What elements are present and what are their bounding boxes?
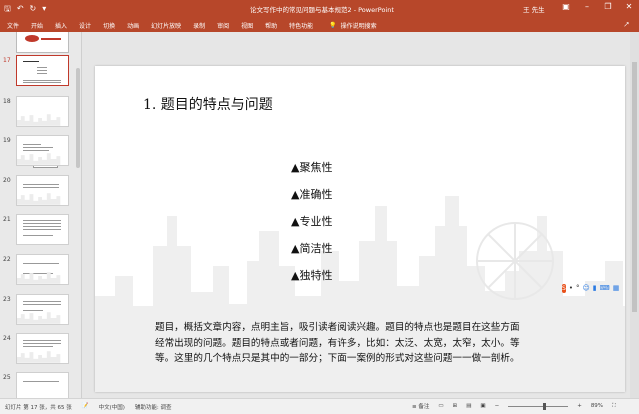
thumbnail-22[interactable]: 22	[0, 254, 81, 288]
zoom-slider-knob[interactable]	[543, 402, 547, 410]
tab-record[interactable]: 录制	[193, 21, 205, 30]
bullet-item: ▲专业性	[291, 215, 333, 228]
tell-me-label: 操作说明搜索	[340, 23, 377, 30]
zoom-level[interactable]: 89%	[591, 403, 603, 409]
fit-to-window-icon[interactable]: ⛶	[612, 403, 616, 410]
comma-icon[interactable]: °	[576, 284, 580, 292]
bullet-item: ▲简洁性	[291, 242, 333, 255]
save-icon[interactable]: 🖫	[4, 3, 11, 14]
accessibility-status[interactable]: 辅助功能: 调查	[135, 403, 172, 411]
lightbulb-icon: 💡	[329, 22, 337, 29]
powerpoint-window: 🖫 ↶ ↻ ▾ 论文写作中的常见问题与基本规范2 - PowerPoint 王 …	[0, 0, 639, 414]
tell-me-search[interactable]: 💡 操作说明搜索	[329, 21, 377, 30]
vertical-scrollbar[interactable]	[630, 32, 639, 398]
slide-title[interactable]: 1. 题目的特点与问题	[143, 94, 273, 114]
emoji-icon[interactable]: ☺	[582, 284, 589, 292]
share-icon[interactable]: ⭧	[624, 20, 629, 30]
thumbnail-19[interactable]: 19	[0, 135, 81, 169]
slide-thumbnail-pane[interactable]: 17 18 [无标题] 19	[0, 32, 82, 398]
punctuation-icon[interactable]: •	[569, 284, 573, 292]
restore-icon[interactable]: ❐	[602, 2, 614, 11]
thumbnail-number: 24	[3, 335, 11, 342]
tab-home[interactable]: 开始	[31, 21, 43, 30]
slide-counter: 幻灯片 第 17 张，共 65 张	[5, 405, 72, 411]
zoom-in-icon[interactable]: +	[577, 403, 582, 409]
thumbnail-number: 25	[3, 374, 11, 381]
body-paragraph[interactable]: 题目，概括文章内容，点明主旨，吸引读者阅读兴趣。题目的特点也是题目在这些方面 经…	[155, 320, 580, 367]
normal-view-icon[interactable]: ▭	[438, 403, 443, 409]
thumbnail-number: 19	[3, 137, 11, 144]
redo-icon[interactable]: ↻	[30, 3, 37, 14]
tab-insert[interactable]: 插入	[55, 21, 67, 30]
ribbon-display-options-icon[interactable]: ▣	[560, 2, 572, 11]
thumbnail-18[interactable]: 18	[0, 96, 81, 130]
microphone-icon[interactable]: ▮	[593, 284, 597, 292]
thumbnail-25[interactable]: 25	[0, 372, 81, 398]
current-slide[interactable]: 1. 题目的特点与问题 ▲聚焦性 ▲准确性 ▲专业性 ▲简洁性 ▲独特性 题目，…	[95, 66, 625, 392]
thumbnail-number: 20	[3, 177, 11, 184]
sogou-logo-icon[interactable]: S	[562, 283, 566, 293]
close-icon[interactable]: ✕	[623, 2, 635, 11]
scrollbar-thumb[interactable]	[632, 62, 637, 312]
ime-toolbar[interactable]: S • ° ☺ ▮ ⌨ ▦	[562, 282, 620, 294]
zoom-slider[interactable]	[508, 402, 569, 410]
thumbnail-number: 17	[3, 57, 11, 64]
window-controls: ▣ – ❐ ✕	[560, 2, 635, 11]
notes-button[interactable]: ≡ 备注	[412, 402, 429, 410]
body-line: 题目，概括文章内容，点明主旨，吸引读者阅读兴趣。题目的特点也是题目在这些方面	[155, 322, 520, 333]
thumbnail-number: 21	[3, 216, 11, 223]
thumbnail-number: 23	[3, 296, 11, 303]
notes-label: 备注	[418, 404, 430, 410]
thumbnail-scrollbar[interactable]	[76, 68, 80, 168]
tab-help[interactable]: 帮助	[265, 21, 277, 30]
language-indicator[interactable]: 中文(中国)	[99, 403, 125, 411]
thumbnail-number: 18	[3, 98, 11, 105]
status-bar: 幻灯片 第 17 张，共 65 张 📝 中文(中国) 辅助功能: 调查 ≡ 备注…	[0, 398, 639, 414]
zoom-out-icon[interactable]: −	[495, 403, 500, 409]
title-bar: 🖫 ↶ ↻ ▾ 论文写作中的常见问题与基本规范2 - PowerPoint 王 …	[0, 0, 639, 18]
minimize-icon[interactable]: –	[581, 2, 593, 11]
tab-file[interactable]: 文件	[7, 21, 19, 30]
user-name[interactable]: 王 先生	[523, 4, 545, 14]
undo-icon[interactable]: ↶	[17, 3, 24, 14]
body-line: 经常出现的问题。题目的特点或者问题，有许多，比如：太泛、太宽，太窄，太小。等	[155, 337, 520, 349]
bullet-item: ▲准确性	[291, 188, 333, 201]
quick-access-toolbar: 🖫 ↶ ↻ ▾	[4, 3, 46, 14]
slideshow-icon[interactable]: ▣	[480, 403, 485, 409]
skin-icon[interactable]: ▦	[613, 284, 620, 292]
keyboard-icon[interactable]: ⌨	[600, 284, 610, 292]
bullet-item: ▲聚焦性	[291, 161, 333, 174]
tab-animations[interactable]: 动画	[127, 21, 139, 30]
spellcheck-icon[interactable]: 📝	[82, 403, 89, 411]
thumbnail-21[interactable]: 21	[0, 214, 81, 248]
bullet-list[interactable]: ▲聚焦性 ▲准确性 ▲专业性 ▲简洁性 ▲独特性	[291, 159, 332, 294]
thumbnail-24[interactable]: 24	[0, 333, 81, 367]
bullet-item: ▲独特性	[291, 269, 333, 282]
thumbnail-20[interactable]: 20	[0, 175, 81, 209]
customize-qat-icon[interactable]: ▾	[42, 3, 46, 14]
thumbnail-number: 22	[3, 256, 11, 263]
thumbnail-17[interactable]: 17	[0, 55, 81, 89]
thumbnail-partial[interactable]	[0, 32, 81, 56]
thumbnail-23[interactable]: 23	[0, 294, 81, 328]
ribbon-tab-bar: 文件 开始 插入 设计 切换 动画 幻灯片放映 录制 审阅 视图 帮助 特色功能…	[0, 18, 639, 32]
tab-view[interactable]: 视图	[241, 21, 253, 30]
reading-view-icon[interactable]: ▤	[466, 403, 471, 409]
body-line: 等。这里的几个特点只是其中的一部分；下面一案例的形式对这些问题一一做一剖析。	[155, 353, 520, 364]
notes-icon: ≡	[412, 404, 417, 410]
tab-design[interactable]: 设计	[79, 21, 91, 30]
window-title: 论文写作中的常见问题与基本规范2 - PowerPoint	[250, 6, 394, 14]
tab-special-features[interactable]: 特色功能	[289, 21, 313, 30]
ribbon-tabs: 文件 开始 插入 设计 切换 动画 幻灯片放映 录制 审阅 视图 帮助 特色功能…	[7, 21, 377, 30]
tab-review[interactable]: 审阅	[217, 21, 229, 30]
city-skyline-image	[17, 114, 61, 126]
tab-slide-show[interactable]: 幻灯片放映	[151, 21, 181, 30]
slide-sorter-icon[interactable]: ⊞	[453, 403, 458, 409]
slide-editing-area[interactable]: 1. 题目的特点与问题 ▲聚焦性 ▲准确性 ▲专业性 ▲简洁性 ▲独特性 题目，…	[83, 32, 639, 398]
tab-transitions[interactable]: 切换	[103, 21, 115, 30]
